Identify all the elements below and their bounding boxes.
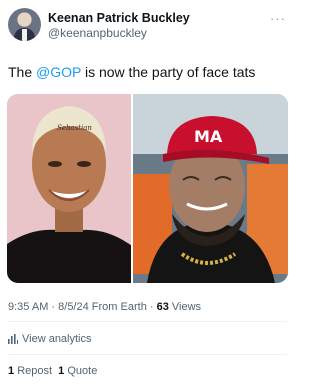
author-handle[interactable]: @keenanpbuckley bbox=[48, 26, 190, 41]
reposts-link[interactable]: 1 Repost bbox=[8, 365, 52, 377]
views-label: Views bbox=[171, 301, 202, 313]
quotes-label: Quote bbox=[67, 365, 98, 377]
tweet-text-before: The bbox=[8, 64, 37, 80]
views-count: 63 bbox=[156, 301, 169, 313]
gop-mention-link[interactable]: @GOP bbox=[36, 64, 81, 80]
photo-woman-face-tattoo[interactable]: Sebastian bbox=[7, 94, 132, 283]
bar-chart-icon bbox=[8, 334, 18, 344]
tweet-media[interactable]: Sebastian MA bbox=[7, 94, 288, 283]
media-photos: Sebastian MA bbox=[7, 94, 288, 283]
tweet-text-after: is now the party of face tats bbox=[81, 64, 256, 80]
tweet-stats: 1 Repost 1 Quote bbox=[8, 364, 97, 378]
reposts-count: 1 bbox=[8, 365, 15, 377]
more-options-icon[interactable]: ··· bbox=[270, 11, 286, 26]
tweet-date[interactable]: 8/5/24 bbox=[58, 301, 89, 313]
view-analytics-label[interactable]: View analytics bbox=[22, 332, 92, 346]
author-info[interactable]: Keenan Patrick Buckley @keenanpbuckley bbox=[48, 11, 190, 41]
quotes-count: 1 bbox=[58, 365, 65, 377]
photo-man-face-tattoos-red-cap[interactable]: MA bbox=[132, 94, 288, 283]
tweet-time[interactable]: 9:35 AM bbox=[8, 301, 48, 313]
divider-bottom bbox=[8, 354, 287, 355]
avatar-shirt bbox=[22, 29, 27, 41]
svg-text:Sebastian: Sebastian bbox=[57, 124, 92, 132]
avatar[interactable] bbox=[8, 8, 41, 41]
tweet-source: From Earth bbox=[91, 301, 147, 313]
divider-top bbox=[8, 321, 287, 322]
quotes-link[interactable]: 1 Quote bbox=[58, 365, 97, 377]
cap-text: MA bbox=[194, 127, 223, 146]
tweet-text: The @GOP is now the party of face tats bbox=[8, 63, 255, 81]
reposts-label: Repost bbox=[17, 365, 53, 377]
tweet-header: Keenan Patrick Buckley @keenanpbuckley ·… bbox=[8, 8, 288, 44]
author-display-name[interactable]: Keenan Patrick Buckley bbox=[48, 11, 190, 26]
tweet-meta: 9:35 AM · 8/5/24 From Earth · 63 Views bbox=[8, 301, 202, 313]
view-analytics-link[interactable]: View analytics bbox=[8, 332, 92, 346]
